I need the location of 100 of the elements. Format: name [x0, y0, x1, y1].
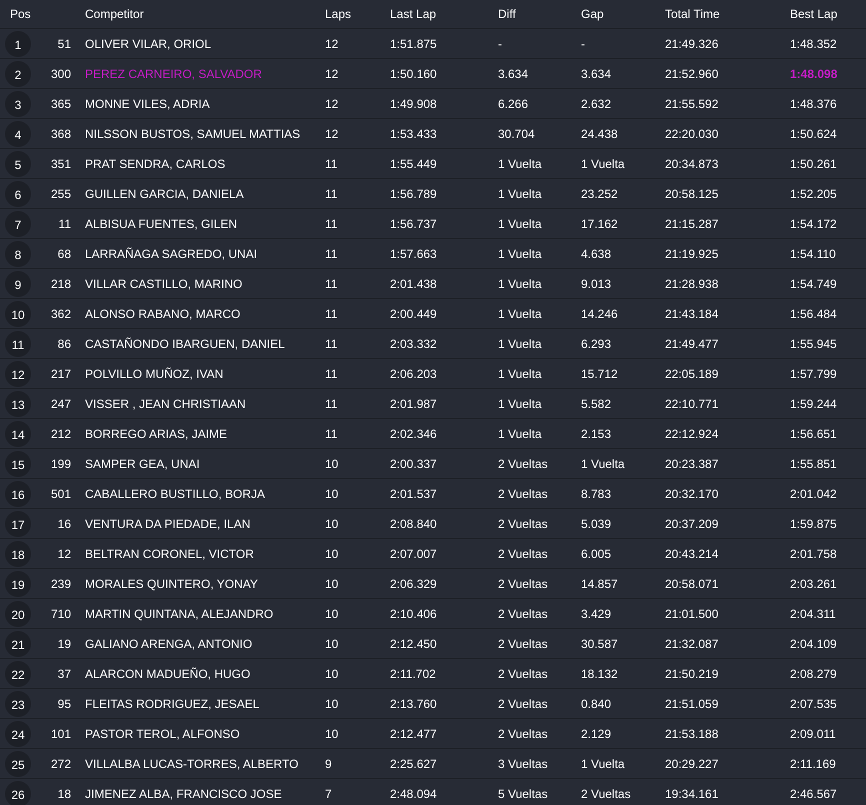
- laps-cell-text: 10: [325, 726, 340, 740]
- diff-cell-text: 5 Vueltas: [498, 786, 549, 800]
- best-lap-cell-text: 1:54.749: [790, 276, 838, 290]
- best-lap-cell-text: 1:57.799: [790, 366, 838, 380]
- bib-number: 101: [50, 726, 71, 740]
- position-badge: 5: [5, 150, 31, 176]
- competitor-name: BORREGO ARIAS, JAIME: [84, 426, 228, 440]
- total-time-cell-text: 20:43.214: [665, 546, 720, 560]
- bib-number: 239: [50, 576, 71, 590]
- gap-cell-text: 18.132: [581, 666, 619, 680]
- diff-cell-text: 2 Vueltas: [498, 456, 549, 470]
- bib-number: 86: [56, 336, 71, 350]
- total-time-cell-text: 20:29.227: [665, 756, 720, 770]
- total-time-cell-text: 21:52.960: [665, 66, 720, 80]
- competitor-name: OLIVER VILAR, ORIOL: [84, 36, 212, 50]
- position-badge: 10: [5, 300, 31, 326]
- competitor-name: GALIANO ARENGA, ANTONIO: [84, 636, 254, 650]
- total-time-cell-text: 21:28.938: [665, 276, 720, 290]
- competitor-name: POLVILLO MUÑOZ, IVAN: [84, 366, 224, 380]
- column-header: Laps: [325, 7, 352, 21]
- best-lap-cell-text: 1:59.875: [790, 516, 838, 530]
- bib-number: 11: [58, 216, 71, 230]
- last-lap-cell-text: 2:02.346: [390, 426, 438, 440]
- position-badge: 25: [5, 750, 31, 776]
- column-header: Total Time: [665, 7, 721, 21]
- column-header: Last Lap: [390, 7, 438, 21]
- gap-cell-text: 5.039: [581, 516, 612, 530]
- position-badge: 3: [5, 90, 31, 116]
- competitor-name: GUILLEN GARCIA, DANIELA: [84, 186, 245, 200]
- laps-cell-text: 10: [325, 636, 340, 650]
- gap-cell-text: 23.252: [581, 186, 619, 200]
- total-time-cell-text: 21:53.188: [665, 726, 720, 740]
- competitor-name: VISSER , JEAN CHRISTIAAN: [84, 396, 247, 410]
- position-badge: 11: [5, 330, 31, 356]
- gap-cell-text: 24.438: [581, 126, 619, 140]
- best-lap-cell-text: 1:56.484: [790, 306, 838, 320]
- best-lap-cell-text: 1:55.851: [790, 456, 838, 470]
- best-lap-cell-text: 1:48.352: [790, 36, 838, 50]
- laps-cell-text: 10: [325, 576, 340, 590]
- position-badge: 26: [5, 780, 31, 805]
- laps-cell-text: 7: [325, 786, 333, 800]
- best-lap-cell-text: 1:50.261: [790, 156, 838, 170]
- position-badge: 20: [5, 600, 31, 626]
- diff-cell-text: 30.704: [498, 126, 536, 140]
- gap-cell-text: 1 Vuelta: [581, 756, 626, 770]
- gap-cell-text: 6.293: [581, 336, 612, 350]
- last-lap-cell-text: 1:56.737: [390, 216, 438, 230]
- laps-cell-text: 11: [325, 306, 338, 320]
- laps-cell-text: 10: [325, 456, 340, 470]
- best-lap-cell-text: 2:46.567: [790, 786, 838, 800]
- diff-cell-text: 6.266: [498, 96, 530, 110]
- competitor-name: PASTOR TEROL, ALFONSO: [84, 726, 241, 740]
- best-lap-cell-text: 1:48.098: [790, 66, 838, 80]
- last-lap-cell-text: 2:00.449: [390, 306, 438, 320]
- position-badge: 13: [5, 390, 31, 416]
- bib-number: 351: [50, 156, 71, 170]
- bib-number: 218: [50, 276, 71, 290]
- bib-number: 255: [50, 186, 71, 200]
- position-badge: 22: [5, 660, 31, 686]
- column-header: Gap: [581, 7, 605, 21]
- position-badge: 9: [5, 270, 31, 296]
- diff-cell-text: 1 Vuelta: [498, 246, 543, 260]
- position-badge: 7: [5, 210, 31, 236]
- laps-cell-text: 11: [325, 216, 338, 230]
- best-lap-cell-text: 1:59.244: [790, 396, 838, 410]
- gap-cell-text: 2.153: [581, 426, 612, 440]
- diff-cell-text: 2 Vueltas: [498, 516, 549, 530]
- total-time-cell-text: 21:15.287: [665, 216, 720, 230]
- competitor-name: BELTRAN CORONEL, VICTOR: [84, 546, 255, 560]
- competitor-name: VILLALBA LUCAS-TORRES, ALBERTO: [84, 756, 300, 770]
- gap-cell-text: 3.429: [581, 606, 612, 620]
- column-header: Best Lap: [790, 7, 838, 21]
- total-time-cell-text: 20:58.071: [665, 576, 720, 590]
- diff-cell-text: 1 Vuelta: [498, 366, 543, 380]
- diff-cell-text: 2 Vueltas: [498, 486, 549, 500]
- position-badge: 6: [5, 180, 31, 206]
- total-time-cell-text: 20:34.873: [665, 156, 720, 170]
- laps-cell-text: 11: [325, 276, 338, 290]
- best-lap-cell-text: 2:04.311: [790, 606, 837, 620]
- diff-cell-text: 1 Vuelta: [498, 426, 543, 440]
- diff-cell-text: 2 Vueltas: [498, 546, 549, 560]
- last-lap-cell-text: 1:51.875: [390, 36, 438, 50]
- total-time-cell-text: 20:32.170: [665, 486, 720, 500]
- best-lap-cell-text: 2:03.261: [790, 576, 838, 590]
- position-badge: 17: [5, 510, 31, 536]
- best-lap-cell-text: 1:54.172: [790, 216, 838, 230]
- laps-cell-text: 11: [325, 336, 338, 350]
- best-lap-cell-text: 1:54.110: [790, 246, 837, 260]
- diff-cell-text: 1 Vuelta: [498, 216, 543, 230]
- bib-number: 19: [56, 636, 71, 650]
- total-time-cell-text: 20:58.125: [665, 186, 720, 200]
- last-lap-cell-text: 2:13.760: [390, 696, 438, 710]
- diff-cell-text: 2 Vueltas: [498, 726, 549, 740]
- gap-cell-text: 5.582: [581, 396, 612, 410]
- total-time-cell-text: 22:05.189: [665, 366, 720, 380]
- diff-cell-text: 1 Vuelta: [498, 156, 543, 170]
- bib-number: 217: [50, 366, 71, 380]
- best-lap-cell-text: 1:50.624: [790, 126, 838, 140]
- column-header: Diff: [498, 7, 517, 21]
- diff-cell-text: 1 Vuelta: [498, 186, 543, 200]
